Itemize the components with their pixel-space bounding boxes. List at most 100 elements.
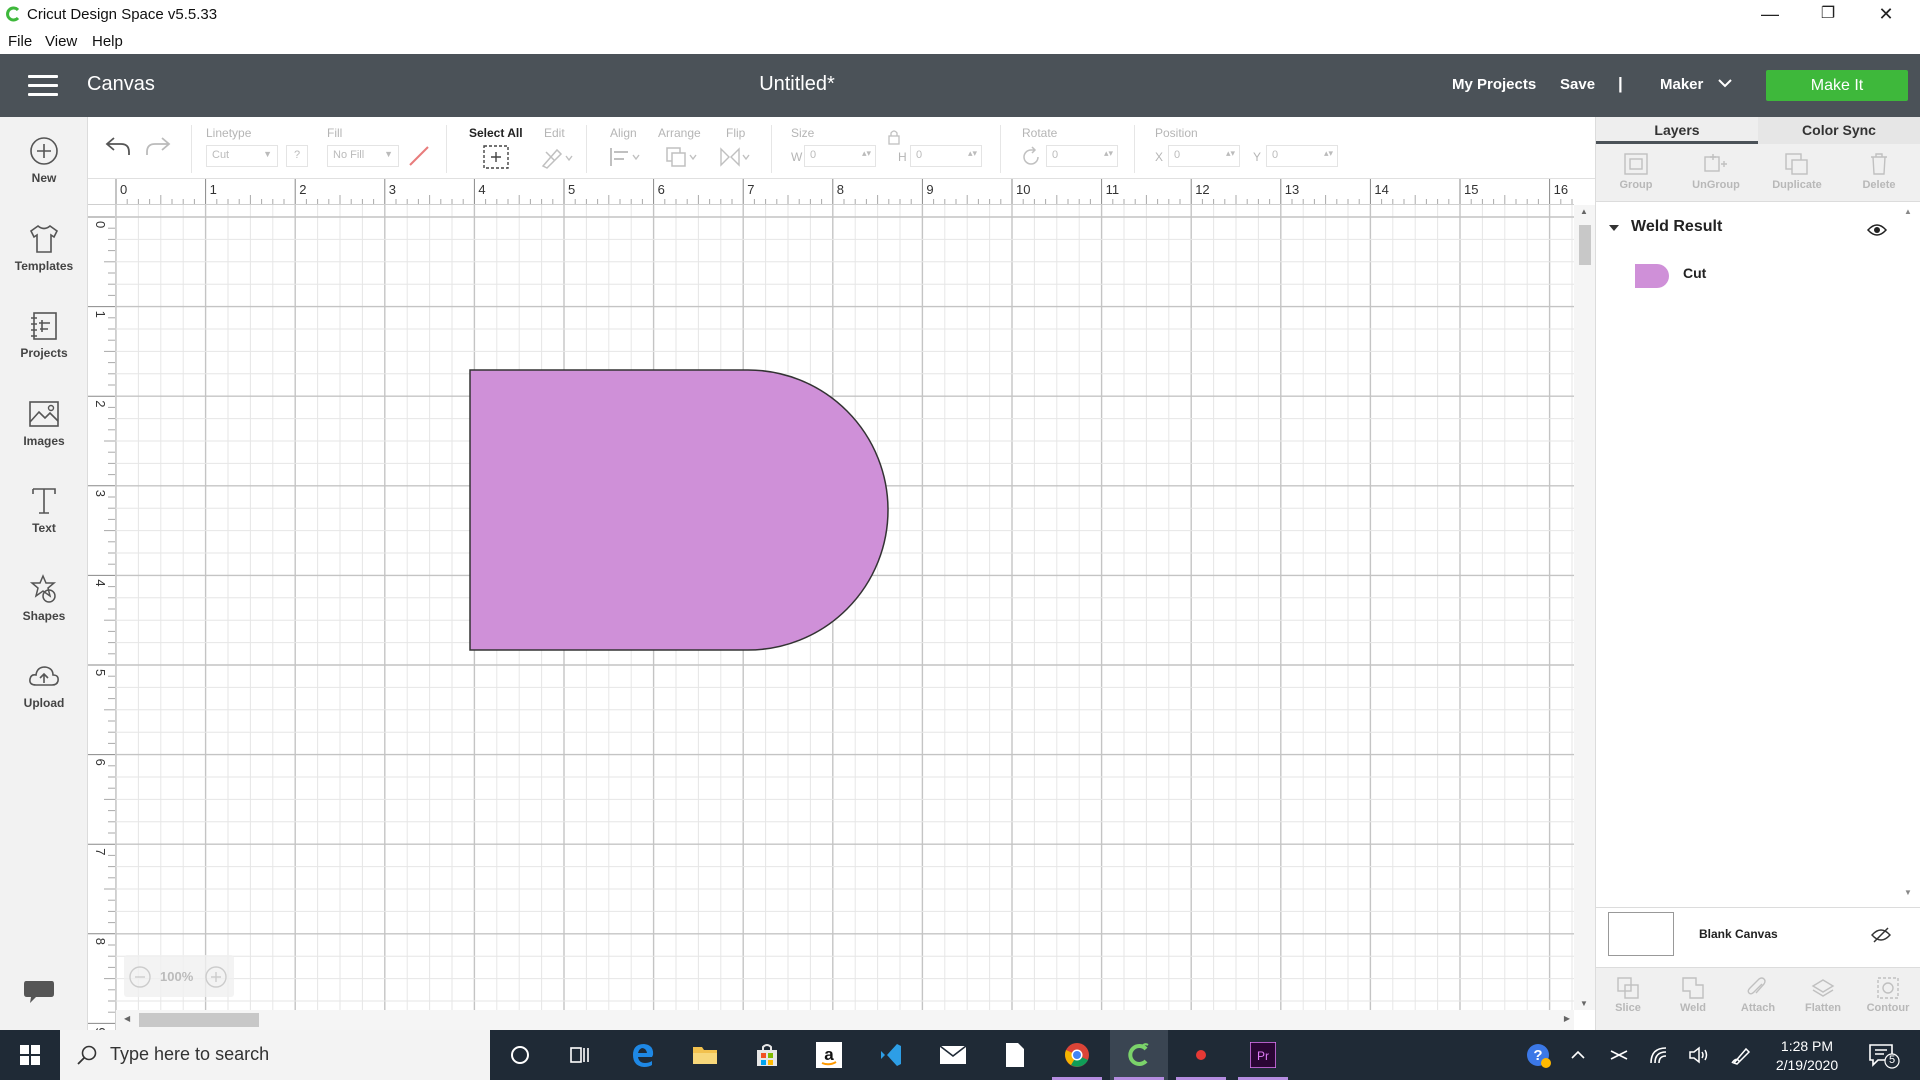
taskbar-file-explorer[interactable] <box>676 1030 734 1080</box>
undo-icon[interactable] <box>104 133 132 159</box>
task-view-button[interactable] <box>551 1030 609 1080</box>
stepper-icon[interactable]: ▴▾ <box>1104 148 1113 159</box>
rotate-input[interactable]: 0 ▴▾ <box>1046 145 1118 167</box>
chrome-icon <box>1065 1043 1089 1067</box>
tab-layers[interactable]: Layers <box>1596 117 1758 144</box>
start-button[interactable] <box>0 1030 60 1080</box>
vertical-scroll-thumb[interactable] <box>1579 225 1591 265</box>
scroll-right-icon[interactable]: ▶ <box>1564 1014 1570 1023</box>
layer-group-row[interactable]: Weld Result <box>1596 209 1916 249</box>
my-projects-link[interactable]: My Projects <box>1452 76 1536 93</box>
wifi-icon[interactable] <box>1648 1045 1670 1065</box>
make-it-button[interactable]: Make It <box>1766 70 1908 101</box>
rotate-icon[interactable] <box>1020 146 1042 168</box>
fill-select[interactable]: No Fill ▼ <box>327 145 399 167</box>
taskbar-mail[interactable] <box>924 1030 982 1080</box>
sidebar-item-upload[interactable]: Upload <box>0 648 88 728</box>
taskbar-clock[interactable]: 1:28 PM 2/19/2020 <box>1762 1037 1852 1075</box>
battery-saver-icon[interactable] <box>1608 1045 1630 1065</box>
save-link[interactable]: Save <box>1560 76 1595 93</box>
taskbar-amazon[interactable]: a <box>800 1030 858 1080</box>
stepper-icon[interactable]: ▴▾ <box>1226 148 1235 159</box>
taskbar-store[interactable] <box>738 1030 796 1080</box>
layer-thumbnail <box>1635 264 1669 288</box>
flatten-button[interactable]: Flatten <box>1791 968 1855 1031</box>
weld-result-shape[interactable] <box>469 369 889 651</box>
ungroup-button[interactable]: UnGroup <box>1676 144 1756 202</box>
zoom-out-icon[interactable] <box>128 965 152 989</box>
stepper-icon[interactable]: ▴▾ <box>968 148 977 159</box>
linetype-help-button[interactable]: ? <box>286 145 308 167</box>
redo-icon[interactable] <box>144 133 172 159</box>
scroll-left-icon[interactable]: ◀ <box>124 1014 130 1023</box>
align-icon[interactable] <box>608 145 644 169</box>
y-position-input[interactable]: 0 ▴▾ <box>1266 145 1338 167</box>
sidebar-item-new[interactable]: New <box>0 123 88 203</box>
taskbar-recorder[interactable] <box>1172 1030 1230 1080</box>
lock-icon[interactable] <box>887 129 901 145</box>
document-title: Untitled* <box>759 73 835 95</box>
scroll-down-icon[interactable]: ▼ <box>1904 888 1912 897</box>
cortana-button[interactable] <box>491 1030 549 1080</box>
duplicate-button[interactable]: Duplicate <box>1757 144 1837 202</box>
linetype-select[interactable]: Cut ▼ <box>206 145 278 167</box>
select-all-icon[interactable] <box>482 144 510 170</box>
taskbar-cricut-design-space[interactable] <box>1110 1030 1168 1080</box>
notifications-icon[interactable] <box>1868 1042 1902 1070</box>
help-icon[interactable]: ? <box>1526 1043 1552 1069</box>
sidebar-item-projects[interactable]: Projects <box>0 298 88 378</box>
canvas-horizontal-scrollbar[interactable]: ◀ ▶ <box>116 1010 1574 1030</box>
scroll-down-icon[interactable]: ▼ <box>1580 999 1588 1008</box>
sidebar-item-text[interactable]: Text <box>0 473 88 553</box>
height-input[interactable]: 0 ▴▾ <box>910 145 982 167</box>
chevron-down-icon[interactable] <box>1716 74 1734 92</box>
scroll-up-icon[interactable]: ▲ <box>1580 207 1588 216</box>
weld-button[interactable]: Weld <box>1661 968 1725 1031</box>
flip-icon[interactable] <box>718 145 754 169</box>
zoom-in-icon[interactable] <box>204 965 228 989</box>
group-button[interactable]: Group <box>1596 144 1676 202</box>
machine-select[interactable]: Maker <box>1660 76 1703 93</box>
taskbar-edge[interactable] <box>614 1030 672 1080</box>
contour-button[interactable]: Contour <box>1856 968 1920 1031</box>
edit-tools-icon[interactable] <box>540 144 576 170</box>
restore-button[interactable]: ❐ <box>1800 0 1856 30</box>
sidebar-item-images[interactable]: Images <box>0 386 88 466</box>
minimize-button[interactable]: — <box>1742 0 1798 30</box>
close-button[interactable]: ✕ <box>1858 0 1914 30</box>
sidebar-item-templates[interactable]: Templates <box>0 211 88 291</box>
layer-row[interactable]: Cut <box>1596 255 1916 295</box>
taskbar-chrome[interactable] <box>1048 1030 1106 1080</box>
slice-button[interactable]: Slice <box>1596 968 1660 1031</box>
attach-button[interactable]: Attach <box>1726 968 1790 1031</box>
stepper-icon[interactable]: ▴▾ <box>862 148 871 159</box>
sidebar-item-shapes[interactable]: Shapes <box>0 561 88 641</box>
taskbar-visual-studio-code[interactable] <box>862 1030 920 1080</box>
width-input[interactable]: 0 ▴▾ <box>804 145 876 167</box>
taskbar-search-box[interactable]: Type here to search <box>60 1030 490 1080</box>
taskbar-notepad[interactable] <box>986 1030 1044 1080</box>
blank-canvas-swatch[interactable] <box>1608 912 1674 956</box>
layers-scrollbar[interactable]: ▲ ▼ <box>1902 207 1916 897</box>
taskbar-premiere-pro[interactable]: Pr <box>1234 1030 1292 1080</box>
eye-icon[interactable] <box>1867 223 1887 237</box>
caret-down-icon[interactable] <box>1608 223 1620 233</box>
scroll-up-icon[interactable]: ▲ <box>1904 207 1912 216</box>
stepper-icon[interactable]: ▴▾ <box>1324 148 1333 159</box>
canvas-vertical-scrollbar[interactable]: ▲ ▼ <box>1574 205 1595 1010</box>
hidden-eye-icon[interactable] <box>1871 927 1891 943</box>
delete-button[interactable]: Delete <box>1839 144 1919 202</box>
horizontal-scroll-thumb[interactable] <box>139 1013 259 1027</box>
design-canvas[interactable] <box>116 205 1574 1010</box>
x-position-input[interactable]: 0 ▴▾ <box>1168 145 1240 167</box>
pen-ink-icon[interactable] <box>1730 1045 1752 1065</box>
tab-color-sync[interactable]: Color Sync <box>1758 117 1920 144</box>
menu-help[interactable]: Help <box>92 33 123 50</box>
fill-color-swatch-icon[interactable] <box>407 145 431 167</box>
chat-bubble-icon[interactable] <box>22 977 56 1007</box>
chevron-up-icon[interactable] <box>1570 1048 1586 1062</box>
menu-view[interactable]: View <box>45 33 77 50</box>
menu-file[interactable]: File <box>8 33 32 50</box>
arrange-icon[interactable] <box>664 145 700 169</box>
volume-icon[interactable] <box>1688 1045 1712 1065</box>
